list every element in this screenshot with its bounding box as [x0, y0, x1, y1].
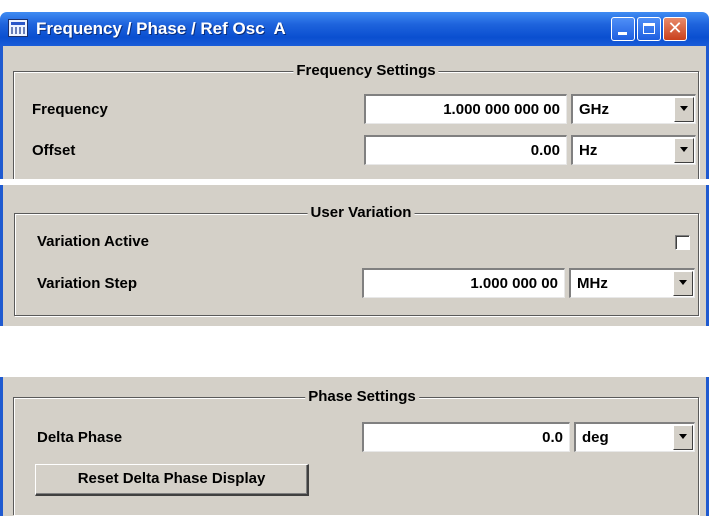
user-variation-legend: User Variation: [307, 204, 415, 222]
phase-settings-panel: Phase Settings Delta Phase 0.0 deg Reset…: [0, 377, 709, 516]
window-title: Frequency / Phase / Ref Osc A: [36, 19, 286, 38]
user-variation-group: User Variation: [14, 204, 699, 316]
variation-step-unit-select[interactable]: MHz: [569, 268, 695, 298]
frequency-value-input[interactable]: 1.000 000 000 00: [364, 94, 567, 124]
frequency-unit-select[interactable]: GHz: [571, 94, 696, 124]
frequency-settings-panel: Frequency Settings Frequency 1.000 000 0…: [0, 46, 709, 179]
variation-active-checkbox[interactable]: [675, 235, 690, 250]
user-variation-panel: User Variation Variation Active Variatio…: [0, 185, 709, 326]
phase-settings-group: Phase Settings: [13, 388, 699, 515]
variation-step-label: Variation Step: [37, 275, 138, 292]
chevron-down-icon[interactable]: [674, 97, 694, 122]
reset-delta-phase-display-button[interactable]: Reset Delta Phase Display: [35, 464, 309, 496]
frequency-unit-value: GHz: [579, 101, 609, 118]
offset-unit-value: Hz: [579, 142, 598, 159]
window-titlebar[interactable]: Frequency / Phase / Ref Osc A ✕: [0, 12, 709, 46]
close-icon: ✕: [667, 18, 683, 39]
frequency-settings-legend: Frequency Settings: [293, 62, 439, 80]
phase-settings-legend: Phase Settings: [305, 388, 419, 406]
maximize-button[interactable]: [637, 17, 661, 41]
chevron-down-icon[interactable]: [673, 271, 693, 296]
offset-value-input[interactable]: 0.00: [364, 135, 567, 165]
close-button[interactable]: ✕: [663, 17, 687, 41]
chevron-down-icon[interactable]: [674, 138, 694, 163]
delta-phase-label: Delta Phase: [37, 429, 123, 446]
frequency-label: Frequency: [32, 101, 108, 118]
delta-phase-unit-select[interactable]: deg: [574, 422, 695, 452]
variation-step-value-input[interactable]: 1.000 000 00: [362, 268, 565, 298]
maximize-icon: [643, 23, 655, 34]
window-app-icon[interactable]: [8, 19, 28, 37]
variation-step-unit-value: MHz: [577, 275, 608, 292]
delta-phase-value-input[interactable]: 0.0: [362, 422, 570, 452]
variation-active-label: Variation Active: [37, 233, 149, 250]
delta-phase-unit-value: deg: [582, 429, 609, 446]
minimize-icon: [618, 32, 627, 35]
minimize-button[interactable]: [611, 17, 635, 41]
offset-unit-select[interactable]: Hz: [571, 135, 696, 165]
chevron-down-icon[interactable]: [673, 425, 693, 450]
offset-label: Offset: [32, 142, 76, 159]
